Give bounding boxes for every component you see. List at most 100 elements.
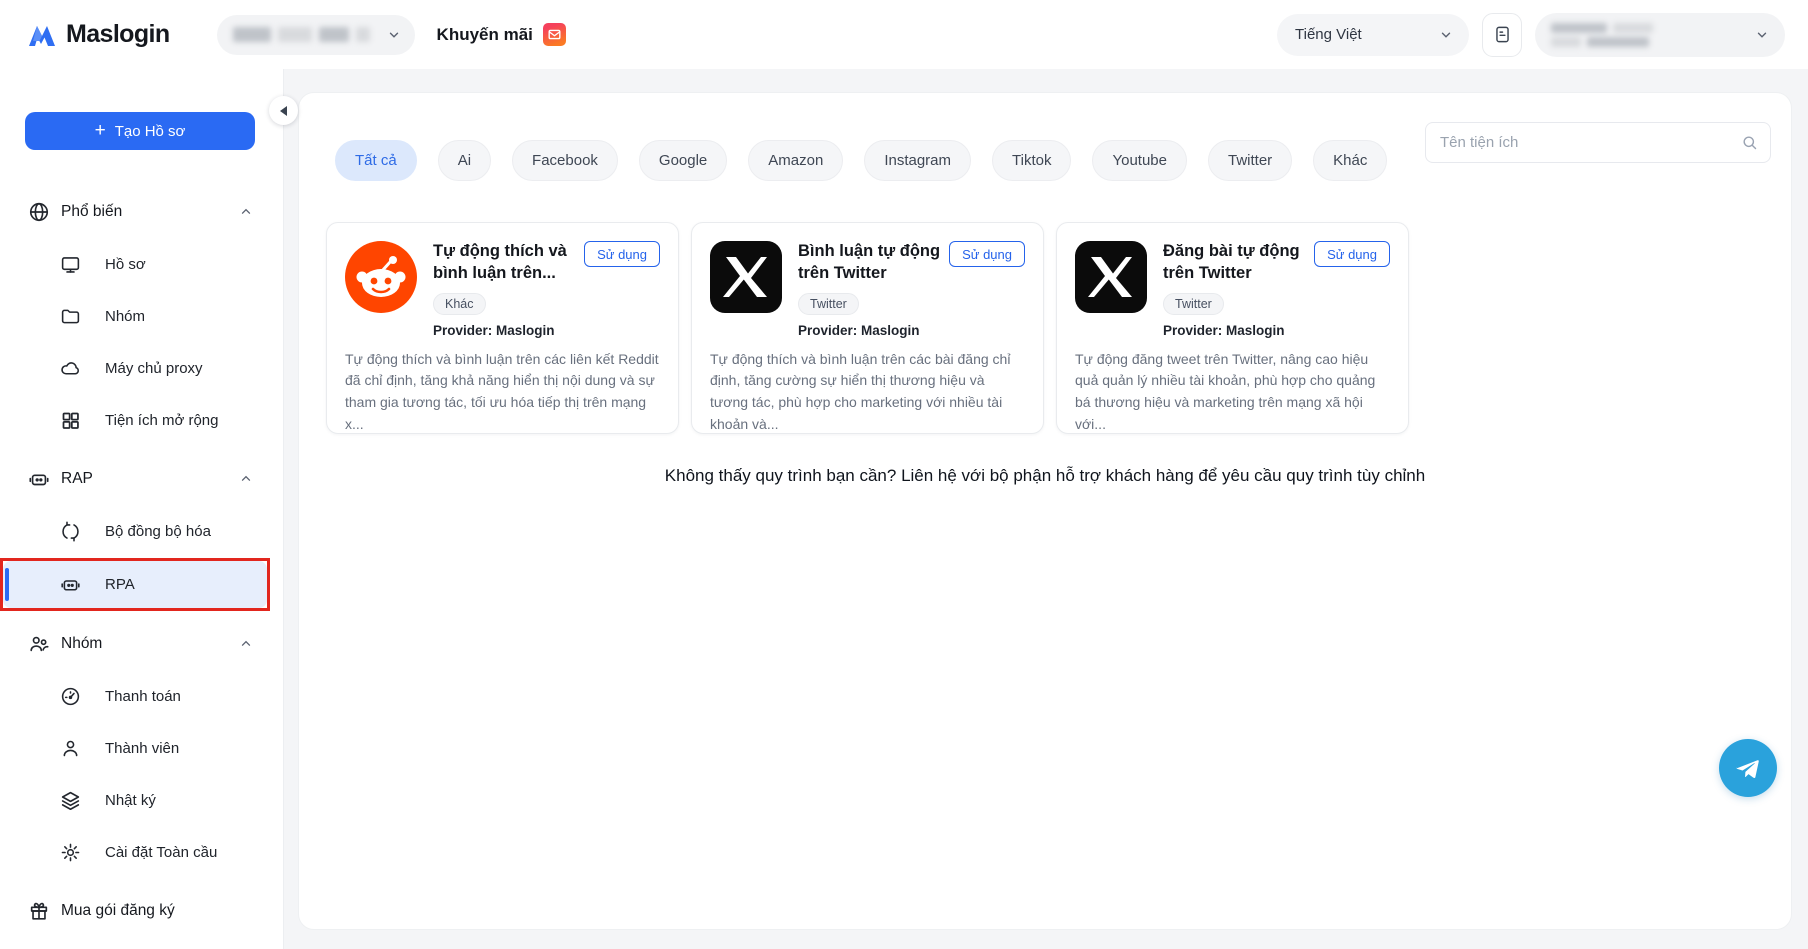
- grid-icon: [60, 410, 81, 431]
- filter-chip-ai[interactable]: Ai: [438, 140, 491, 181]
- telegram-support-button[interactable]: [1719, 739, 1777, 797]
- card-title: Bình luận tự động trên Twitter: [798, 241, 949, 285]
- item-label: Thanh toán: [105, 688, 181, 705]
- category-filter-chips: Tất cả Ai Facebook Google Amazon Instagr…: [335, 140, 1387, 181]
- item-label: Thành viên: [105, 740, 179, 757]
- sidebar: + Tạo Hồ sơ Phổ biến Hồ sơ Nhóm Máy chủ …: [0, 69, 284, 949]
- globe-icon: [28, 201, 50, 223]
- chevron-down-icon: [1439, 28, 1453, 42]
- robot-icon: [28, 468, 50, 490]
- use-button[interactable]: Sử dụng: [1314, 241, 1390, 267]
- rpa-card-reddit-like-comment: Tự động thích và bình luận trên... Khác …: [326, 222, 679, 434]
- account-menu[interactable]: [1535, 13, 1785, 57]
- folder-icon: [60, 306, 81, 327]
- x-twitter-icon: [1075, 241, 1147, 313]
- x-twitter-icon: [710, 241, 782, 313]
- provider-label: Provider:: [1163, 323, 1222, 338]
- workspace-selector[interactable]: [217, 15, 415, 55]
- promo-envelope-icon: [543, 23, 566, 46]
- triangle-left-icon: [280, 106, 287, 116]
- sidebar-group-nhom[interactable]: Nhóm: [0, 618, 283, 670]
- chevron-down-icon: [387, 28, 401, 42]
- annotation-highlight-box: RPA: [0, 558, 270, 611]
- users-icon: [28, 633, 50, 655]
- filter-chip-twitter[interactable]: Twitter: [1208, 140, 1292, 181]
- redacted-account-info: [1551, 23, 1755, 47]
- rpa-card-twitter-comment: Bình luận tự động trên Twitter Twitter P…: [691, 222, 1044, 434]
- telegram-icon: [1732, 752, 1764, 784]
- card-title: Đăng bài tự động trên Twitter: [1163, 241, 1314, 285]
- robot-icon: [60, 574, 81, 595]
- provider-name: Maslogin: [861, 323, 920, 338]
- search-input[interactable]: [1440, 134, 1741, 151]
- rpa-card-list: Tự động thích và bình luận trên... Khác …: [326, 222, 1409, 434]
- item-label: Tiện ích mở rộng: [105, 412, 219, 429]
- use-button[interactable]: Sử dụng: [949, 241, 1025, 267]
- gauge-icon: [60, 686, 81, 707]
- monitor-icon: [60, 254, 81, 275]
- language-selector[interactable]: Tiếng Việt: [1277, 14, 1469, 56]
- promotion-label: Khuyến mãi: [437, 25, 533, 45]
- sidebar-item-synchronizer[interactable]: Bộ đồng bộ hóa: [0, 505, 283, 557]
- document-icon: [1493, 24, 1512, 45]
- card-tag: Twitter: [1163, 293, 1224, 315]
- brand: Maslogin: [27, 20, 170, 49]
- provider-name: Maslogin: [496, 323, 555, 338]
- maslogin-logo-icon: [27, 22, 57, 48]
- group-label: Phổ biến: [61, 203, 239, 221]
- language-label: Tiếng Việt: [1295, 26, 1439, 43]
- filter-chip-facebook[interactable]: Facebook: [512, 140, 618, 181]
- group-label: Nhóm: [61, 635, 239, 653]
- filter-chip-tat-ca[interactable]: Tất cả: [335, 140, 417, 181]
- filter-chip-khac[interactable]: Khác: [1313, 140, 1387, 181]
- promotion-link[interactable]: Khuyến mãi: [437, 23, 566, 46]
- provider-name: Maslogin: [1226, 323, 1285, 338]
- main-content: Tất cả Ai Facebook Google Amazon Instagr…: [284, 69, 1808, 949]
- sidebar-group-pho-bien[interactable]: Phổ biến: [0, 186, 283, 238]
- sidebar-group-rap[interactable]: RAP: [0, 453, 283, 505]
- item-label: Nhật ký: [105, 792, 156, 809]
- card-description: Tự động đăng tweet trên Twitter, nâng ca…: [1075, 349, 1390, 436]
- custom-workflow-note: Không thấy quy trình bạn cần? Liên hệ vớ…: [299, 466, 1791, 486]
- sidebar-item-nhom-profiles[interactable]: Nhóm: [0, 290, 283, 342]
- gear-icon: [60, 842, 81, 863]
- sidebar-collapse-button[interactable]: [269, 96, 298, 125]
- docs-button[interactable]: [1482, 13, 1522, 57]
- sidebar-item-global-settings[interactable]: Cài đặt Toàn cầu: [0, 826, 283, 878]
- reddit-icon: [345, 241, 417, 313]
- provider-label: Provider:: [798, 323, 857, 338]
- extension-search: [1425, 122, 1771, 163]
- sidebar-item-logs[interactable]: Nhật ký: [0, 774, 283, 826]
- chevron-up-icon: [239, 637, 253, 651]
- person-icon: [60, 738, 81, 759]
- item-label: Cài đặt Toàn cầu: [105, 844, 217, 861]
- group-label: RAP: [61, 470, 239, 488]
- sidebar-item-members[interactable]: Thành viên: [0, 722, 283, 774]
- card-description: Tự động thích và bình luận trên các bài …: [710, 349, 1025, 436]
- redacted-workspace-name: [233, 27, 387, 42]
- card-description: Tự động thích và bình luận trên các liên…: [345, 349, 660, 436]
- filter-chip-tiktok[interactable]: Tiktok: [992, 140, 1071, 181]
- filter-chip-instagram[interactable]: Instagram: [864, 140, 971, 181]
- brand-name: Maslogin: [66, 20, 170, 49]
- layers-icon: [60, 790, 81, 811]
- sidebar-item-ho-so[interactable]: Hồ sơ: [0, 238, 283, 290]
- sidebar-item-payment[interactable]: Thanh toán: [0, 670, 283, 722]
- sidebar-item-proxy[interactable]: Máy chủ proxy: [0, 342, 283, 394]
- sidebar-item-rpa[interactable]: RPA: [3, 561, 267, 608]
- chevron-up-icon: [239, 472, 253, 486]
- top-header: Maslogin Khuyến mãi Tiếng Việt: [0, 0, 1808, 69]
- filter-chip-youtube[interactable]: Youtube: [1092, 140, 1187, 181]
- filter-chip-amazon[interactable]: Amazon: [748, 140, 843, 181]
- create-profile-button[interactable]: + Tạo Hồ sơ: [25, 112, 255, 150]
- use-button[interactable]: Sử dụng: [584, 241, 660, 267]
- search-icon: [1741, 134, 1758, 151]
- cloud-icon: [60, 358, 81, 379]
- chevron-up-icon: [239, 205, 253, 219]
- filter-chip-google[interactable]: Google: [639, 140, 727, 181]
- sidebar-item-extensions[interactable]: Tiện ích mở rộng: [0, 394, 283, 446]
- sidebar-item-buy-subscription[interactable]: Mua gói đăng ký: [0, 885, 283, 937]
- create-profile-label: Tạo Hồ sơ: [115, 123, 186, 140]
- card-tag: Khác: [433, 293, 486, 315]
- rpa-card-twitter-post: Đăng bài tự động trên Twitter Twitter Pr…: [1056, 222, 1409, 434]
